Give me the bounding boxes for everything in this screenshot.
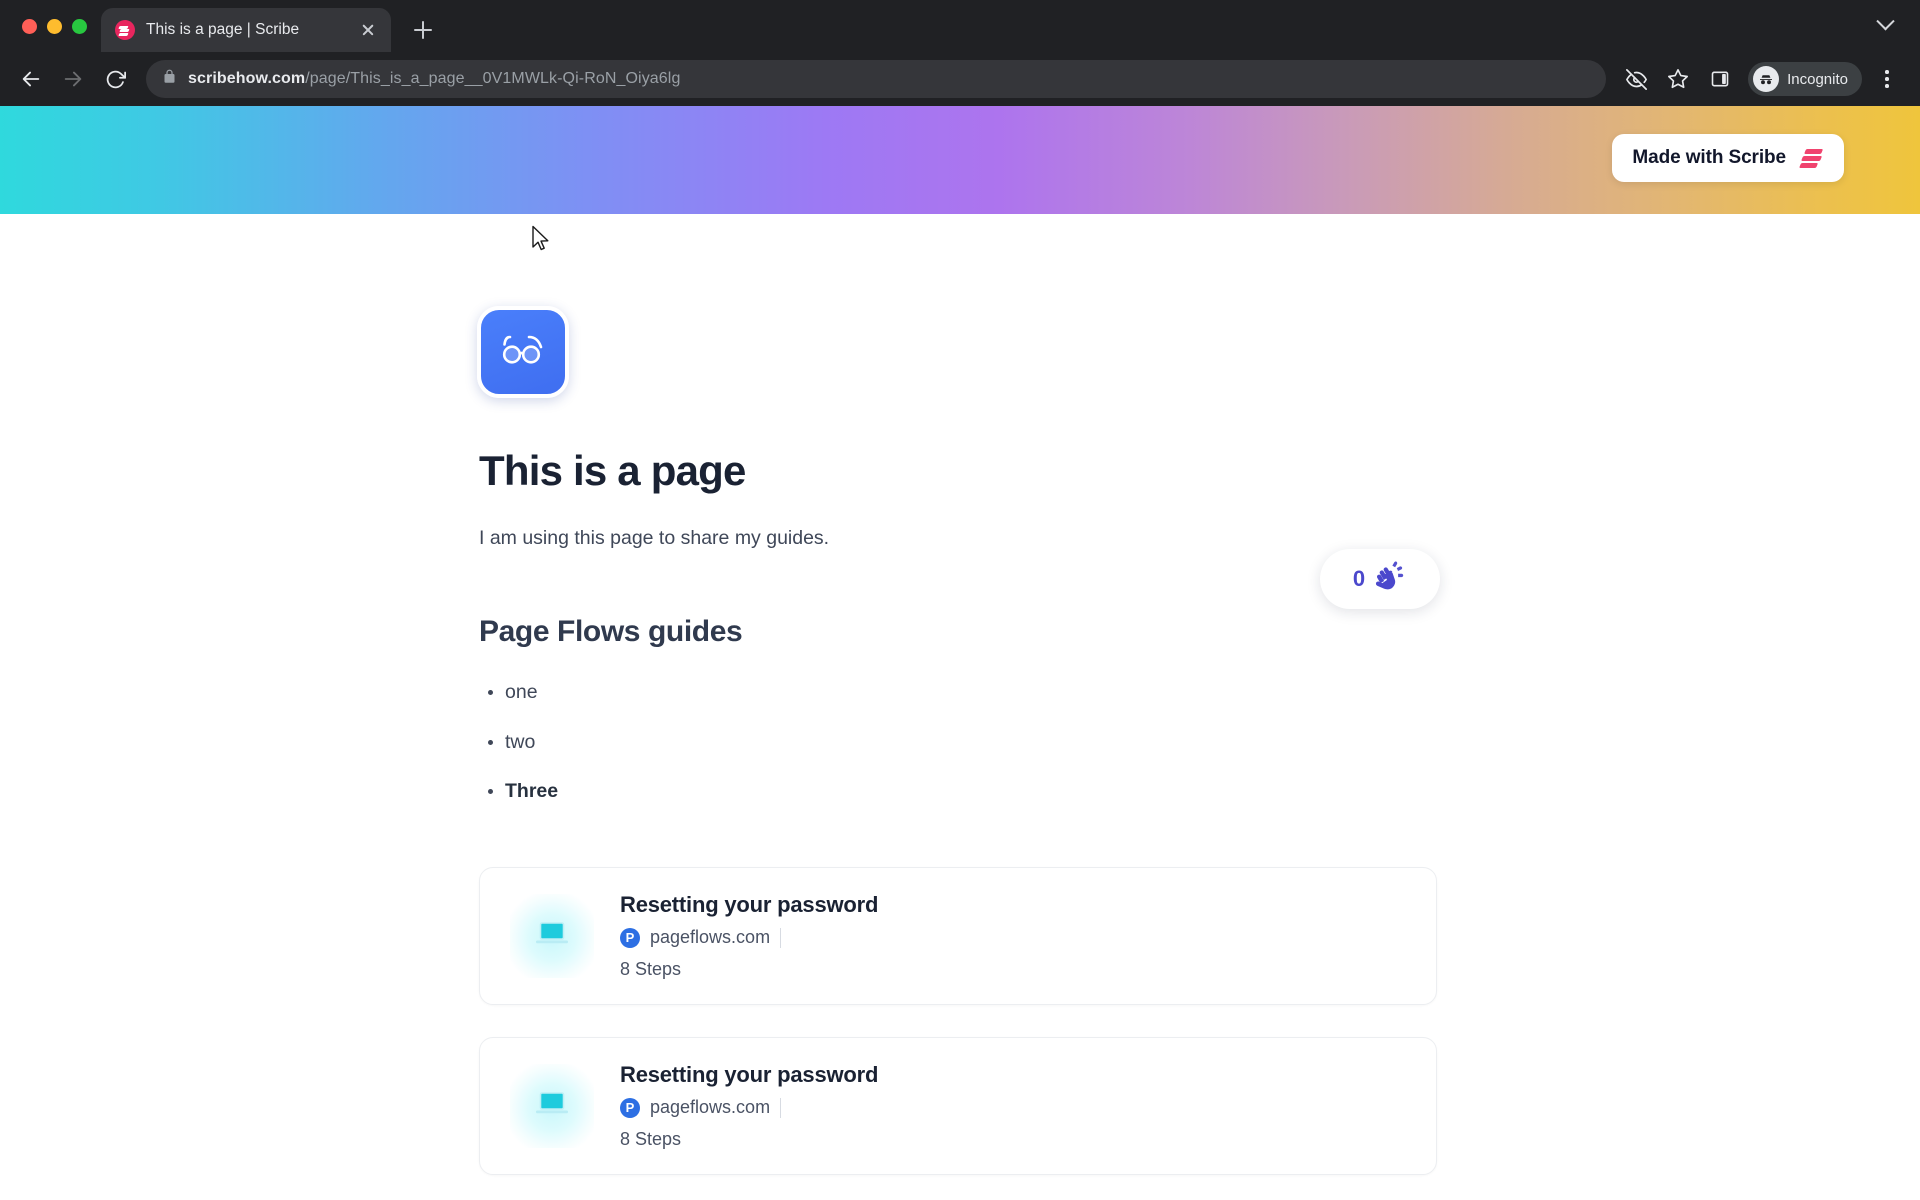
clap-count: 0: [1352, 566, 1366, 591]
star-icon[interactable]: [1660, 61, 1696, 97]
laptop-icon: [532, 1088, 572, 1125]
laptop-icon: [532, 918, 572, 955]
incognito-label: Incognito: [1787, 70, 1848, 88]
page-title: This is a page: [479, 447, 746, 494]
browser-toolbar: scribehow.com/page/This_is_a_page__0V1MW…: [0, 52, 1920, 106]
page-subtitle: I am using this page to share my guides.: [479, 527, 830, 550]
pageflows-favicon-icon: P: [620, 927, 640, 948]
page-viewport: Made with Scribe This is a page I am usi…: [0, 106, 1920, 1200]
close-window-button[interactable]: [22, 18, 37, 34]
maximize-window-button[interactable]: [72, 18, 87, 34]
list-item: Three: [505, 778, 1439, 805]
guide-card[interactable]: Resetting your password P pageflows.com …: [479, 1037, 1437, 1176]
meta-divider: [780, 1097, 782, 1118]
list-item: one: [505, 679, 1439, 706]
page-content: This is a page I am using this page to s…: [0, 106, 1920, 1176]
eye-off-icon[interactable]: [1618, 61, 1654, 97]
guide-thumbnail: [510, 1064, 594, 1149]
guide-thumbnail: [510, 894, 594, 979]
bullet-list: one two Three: [479, 679, 1439, 805]
side-panel-icon[interactable]: [1702, 61, 1738, 97]
tab-strip: This is a page | Scribe: [0, 0, 1920, 52]
url-text: scribehow.com/page/This_is_a_page__0V1MW…: [188, 70, 680, 88]
chrome-menu-button[interactable]: [1870, 61, 1904, 97]
guide-domain: pageflows.com: [650, 1097, 771, 1118]
guide-meta: P pageflows.com: [620, 927, 878, 948]
incognito-icon: [1753, 66, 1780, 92]
lock-icon: [162, 69, 177, 89]
guide-title: Resetting your password: [620, 1062, 879, 1088]
pageflows-favicon-icon: P: [620, 1097, 640, 1118]
guide-domain: pageflows.com: [650, 927, 771, 948]
window-controls: [14, 0, 97, 52]
tab-title: This is a page | Scribe: [146, 21, 300, 38]
tab-search-chevron-down-icon[interactable]: [1870, 10, 1900, 40]
close-tab-icon[interactable]: [357, 19, 379, 41]
guide-card-list: Resetting your password P pageflows.com …: [479, 867, 1437, 1176]
meta-divider: [780, 927, 782, 948]
new-tab-button[interactable]: [405, 12, 441, 48]
browser-window: This is a page | Scribe scribehow.com/pa…: [0, 0, 1920, 1200]
url-path: /page/This_is_a_page__0V1MWLk-Qi-RoN_Oiy…: [305, 70, 681, 87]
forward-button[interactable]: [54, 60, 92, 98]
guide-steps: 8 Steps: [620, 959, 682, 980]
toolbar-icons: Incognito: [1618, 61, 1904, 97]
address-bar[interactable]: scribehow.com/page/This_is_a_page__0V1MW…: [146, 60, 1607, 98]
guide-title: Resetting your password: [620, 892, 879, 918]
scribe-favicon-icon: [115, 20, 135, 40]
browser-tab[interactable]: This is a page | Scribe: [101, 8, 391, 52]
guide-steps: 8 Steps: [620, 1129, 682, 1150]
guide-meta: P pageflows.com: [620, 1097, 878, 1118]
clapping-hands-icon: [1373, 559, 1407, 599]
back-button[interactable]: [12, 60, 50, 98]
list-item: two: [505, 729, 1439, 756]
minimize-window-button[interactable]: [47, 18, 62, 34]
reload-button[interactable]: [96, 60, 134, 98]
clap-button[interactable]: 0: [1320, 549, 1440, 609]
profile-incognito-pill[interactable]: Incognito: [1748, 62, 1862, 96]
section-heading: Page Flows guides: [479, 615, 743, 649]
guide-card[interactable]: Resetting your password P pageflows.com …: [479, 867, 1437, 1006]
url-domain: scribehow.com: [188, 70, 306, 87]
